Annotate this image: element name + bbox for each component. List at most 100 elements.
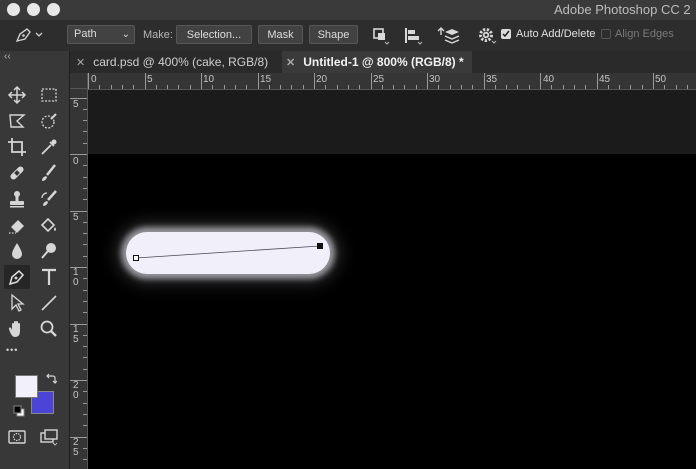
minimize-window-button[interactable] (27, 3, 40, 16)
quick-select-tool[interactable] (37, 110, 61, 132)
pen-tool[interactable] (4, 265, 30, 289)
vertical-ruler[interactable]: 5 0 5 1 0 1 5 2 0 2 5 (70, 89, 88, 469)
title-bar: Adobe Photoshop CC 2 (0, 0, 696, 20)
make-selection-button[interactable]: Selection... (176, 25, 252, 44)
tab-untitled-1[interactable]: ✕ Untitled-1 @ 800% (RGB/8) * (282, 51, 472, 73)
toolbox: ‹‹ ••• (0, 51, 70, 469)
ruler-label: 0 (73, 156, 79, 167)
ruler-origin[interactable] (70, 73, 88, 89)
document-tabs: ✕ card.psd @ 400% (cake, RGB/8) ✕ Untitled… (70, 51, 696, 73)
chevron-down-icon: ⌄ (121, 29, 130, 40)
ruler-label: 1 0 (73, 267, 79, 288)
more-tools-icon[interactable]: ••• (6, 345, 30, 357)
close-tab-icon[interactable]: ✕ (286, 57, 295, 69)
ruler-label: 50 (655, 74, 667, 85)
zoom-tool[interactable] (37, 318, 61, 340)
foreground-color-swatch[interactable] (15, 375, 38, 398)
default-colors-icon[interactable] (13, 404, 25, 422)
ruler-label: 2 5 (73, 437, 79, 458)
line-tool[interactable] (37, 292, 61, 314)
ruler-label: 40 (543, 74, 555, 85)
tool-mode-select[interactable]: Path ⌄ (67, 25, 135, 44)
options-bar: Path ⌄ Make: Selection... Mask Shape Auto… (0, 20, 696, 52)
paint-bucket-icon (40, 217, 56, 233)
quick-mask-icon (8, 430, 26, 444)
auto-add-delete-checkbox[interactable] (501, 29, 511, 39)
brush-icon (42, 164, 56, 181)
path-operations-icon[interactable] (372, 27, 390, 48)
hand-tool[interactable] (5, 318, 29, 340)
move-icon (7, 85, 27, 105)
make-mask-button[interactable]: Mask (258, 25, 303, 44)
path-alignment-icon[interactable] (403, 27, 423, 48)
quick-mask-tool[interactable] (5, 426, 29, 448)
healing-brush-tool[interactable] (5, 162, 29, 184)
tab-label: Untitled-1 @ 800% (RGB/8) * (303, 55, 464, 69)
dodge-icon (41, 243, 56, 259)
horizontal-ruler[interactable]: 0 5 10 15 20 25 30 35 40 45 50 (88, 73, 696, 90)
path-selection-tool[interactable] (5, 292, 29, 314)
screen-mode-icon (40, 429, 58, 446)
history-brush-tool[interactable] (37, 188, 61, 210)
screen-mode-tool[interactable] (37, 426, 61, 448)
ruler-label: 15 (260, 74, 272, 85)
clone-stamp-tool[interactable] (5, 188, 29, 210)
document-canvas[interactable] (88, 154, 696, 469)
brush-tool[interactable] (37, 162, 61, 184)
move-tool[interactable] (5, 84, 29, 106)
close-window-button[interactable] (7, 3, 20, 16)
type-tool[interactable] (37, 266, 61, 288)
zoom-icon (40, 320, 57, 337)
eyedropper-icon (41, 139, 57, 155)
pasteboard[interactable] (88, 90, 696, 154)
ruler-label: 30 (429, 74, 441, 85)
crop-icon (8, 138, 26, 156)
align-edges-checkbox[interactable] (601, 29, 611, 39)
swap-colors-icon[interactable] (45, 372, 58, 390)
zoom-window-button[interactable] (47, 3, 60, 16)
gear-icon[interactable] (478, 27, 498, 48)
paint-bucket-tool[interactable] (37, 214, 61, 236)
eyedropper-tool[interactable] (37, 136, 61, 158)
ruler-label: 0 (91, 74, 97, 85)
make-shape-button[interactable]: Shape (309, 25, 358, 44)
blur-tool[interactable] (5, 240, 29, 262)
anchor-point-start (133, 255, 139, 261)
align-edges-label: Align Edges (615, 28, 674, 40)
ruler-label: 35 (486, 74, 498, 85)
lasso-tool[interactable] (5, 110, 29, 132)
anchor-point-end (317, 243, 323, 249)
ruler-label: 10 (203, 74, 215, 85)
lasso-icon (9, 114, 26, 128)
path-arrangement-icon[interactable] (436, 25, 460, 50)
app-title: Adobe Photoshop CC 2 (554, 2, 691, 17)
work-path[interactable] (88, 154, 696, 469)
stamp-icon (10, 191, 24, 208)
ruler-label: 5 (73, 212, 79, 223)
history-brush-icon (41, 190, 57, 206)
auto-add-delete-label: Auto Add/Delete (516, 28, 596, 40)
tab-card-psd[interactable]: ✕ card.psd @ 400% (cake, RGB/8) (76, 51, 282, 73)
path-segment (135, 245, 321, 259)
quick-select-icon (41, 113, 57, 129)
make-label: Make: (143, 29, 173, 41)
eraser-tool[interactable] (5, 214, 29, 236)
crop-tool[interactable] (5, 136, 29, 158)
dodge-tool[interactable] (37, 240, 61, 262)
path-select-icon (11, 293, 25, 312)
hand-icon (8, 321, 20, 337)
healing-icon (10, 166, 24, 180)
type-icon (42, 268, 56, 285)
ruler-label: 2 0 (73, 380, 79, 401)
marquee-tool[interactable] (37, 84, 61, 106)
pen-tool-preset-icon[interactable] (14, 26, 44, 47)
close-tab-icon[interactable]: ✕ (76, 57, 85, 69)
eraser-icon (9, 220, 24, 234)
tool-mode-value: Path (74, 28, 97, 40)
marquee-icon (41, 88, 57, 102)
ruler-label: 5 (147, 74, 153, 85)
collapse-panel-icon[interactable]: ‹‹ (4, 51, 11, 62)
line-icon (41, 295, 57, 311)
blur-icon (12, 243, 22, 259)
tab-label: card.psd @ 400% (cake, RGB/8) (93, 55, 269, 69)
